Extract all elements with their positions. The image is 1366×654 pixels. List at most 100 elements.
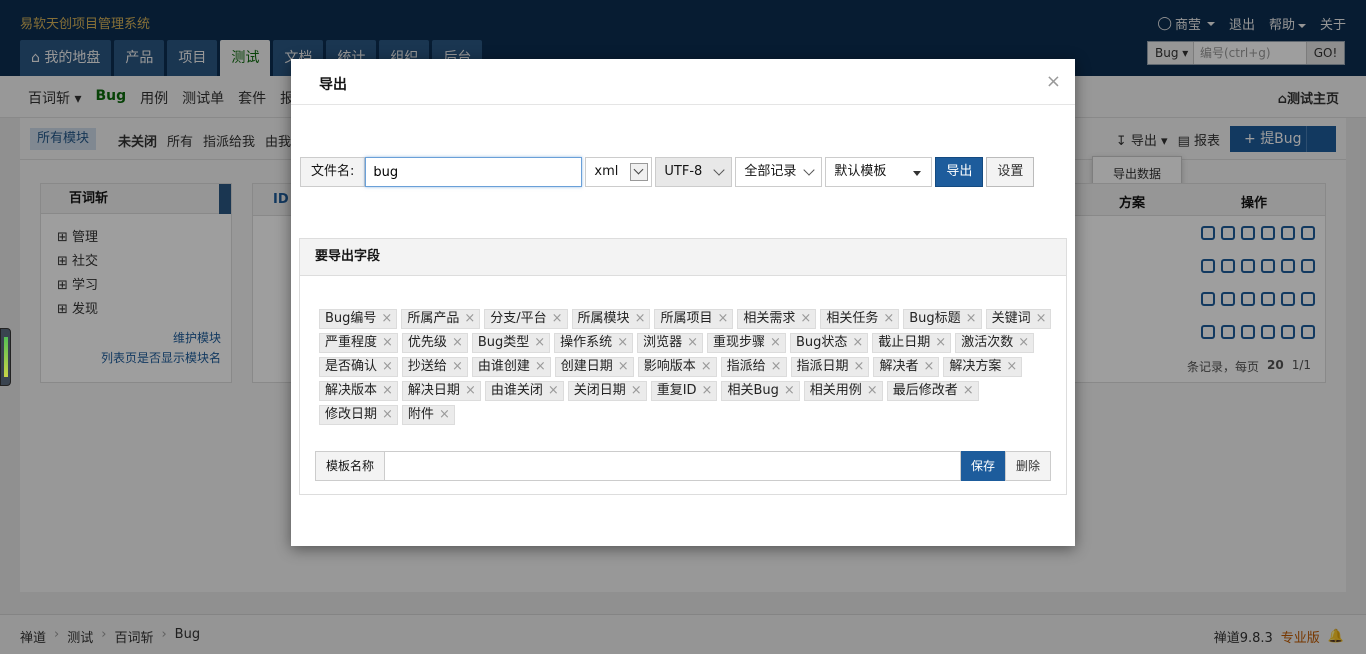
field-chip-label: 解决者 [879,359,919,374]
field-chip-label: 指派日期 [796,359,849,374]
remove-field-icon[interactable]: × [381,310,392,328]
field-chip-label: 修改日期 [325,407,378,422]
remove-field-icon[interactable]: × [701,358,712,376]
field-chip: 截止日期 × [872,333,952,353]
field-chip: 修改日期 × [319,405,398,425]
field-chip-label: 最后修改者 [892,383,958,398]
field-chip: 指派给 × [720,357,787,377]
remove-field-icon[interactable]: × [717,310,728,328]
export-button[interactable]: 导出 [935,157,984,187]
field-chip-label: 所属项目 [660,311,713,326]
remove-field-icon[interactable]: × [452,334,463,352]
field-chip: 解决方案 × [943,357,1023,377]
field-chip-label: 指派给 [726,359,766,374]
field-chip: 操作系统 × [554,333,634,353]
field-chip: 所属模块 × [571,309,651,329]
remove-field-icon[interactable]: × [617,334,628,352]
remove-field-icon[interactable]: × [702,382,713,400]
remove-field-icon[interactable]: × [1006,358,1017,376]
side-handle[interactable] [0,328,11,386]
remove-field-icon[interactable]: × [687,334,698,352]
filename-label: 文件名: [300,157,366,187]
field-chip: 影响版本 × [637,357,717,377]
remove-field-icon[interactable]: × [883,310,894,328]
template-select[interactable]: 默认模板 [825,157,933,187]
field-chip: 关键词 × [985,309,1052,329]
remove-field-icon[interactable]: × [784,382,795,400]
remove-field-icon[interactable]: × [382,382,393,400]
remove-field-icon[interactable]: × [966,310,977,328]
remove-field-icon[interactable]: × [852,334,863,352]
settings-button[interactable]: 设置 [986,157,1035,187]
remove-field-icon[interactable]: × [439,406,450,424]
caret-down-icon [913,171,922,176]
field-chip: 是否确认 × [319,357,398,377]
field-chip-label: 解决方案 [949,359,1002,374]
remove-field-icon[interactable]: × [635,310,646,328]
format-select[interactable]: xml [585,157,653,187]
remove-field-icon[interactable]: × [535,358,546,376]
remove-field-icon[interactable]: × [382,334,393,352]
fields-title: 要导出字段 [300,239,1066,276]
save-template-button[interactable]: 保存 [960,451,1005,481]
field-chip: 分支/平台 × [484,309,568,329]
remove-field-icon[interactable]: × [465,382,476,400]
field-chip: 浏览器 × [637,333,704,353]
remove-field-icon[interactable]: × [452,358,463,376]
field-chip: Bug标题 × [903,309,982,329]
field-chip-label: 相关任务 [826,311,879,326]
field-chip-label: 严重程度 [325,335,378,350]
field-chip-label: 相关Bug [727,383,779,398]
remove-field-icon[interactable]: × [770,334,781,352]
field-chip-label: 关键词 [991,311,1031,326]
delete-template-button[interactable]: 删除 [1004,451,1051,481]
field-chip-label: Bug编号 [325,311,377,326]
template-name-input[interactable] [385,451,961,481]
field-chip: 解决日期 × [401,381,481,401]
remove-field-icon[interactable]: × [631,382,642,400]
chevron-down-icon [713,164,726,176]
remove-field-icon[interactable]: × [923,358,934,376]
remove-field-icon[interactable]: × [382,406,393,424]
field-chip-label: 关闭日期 [573,383,626,398]
field-chip: Bug编号 × [319,309,398,329]
remove-field-icon[interactable]: × [382,358,393,376]
remove-field-icon[interactable]: × [1018,334,1029,352]
remove-field-icon[interactable]: × [963,382,974,400]
filename-input[interactable] [365,157,583,187]
remove-field-icon[interactable]: × [935,334,946,352]
field-chip: 重复ID × [650,381,718,401]
field-chip-label: 是否确认 [325,359,378,374]
dialog-header: 导出 × [291,59,1075,105]
field-chip: 指派日期 × [790,357,870,377]
field-chip: 所属项目 × [654,309,734,329]
field-chip: 重现步骤 × [707,333,786,353]
field-chip-label: 激活次数 [961,335,1014,350]
field-chip: 由谁创建 × [471,357,551,377]
encoding-select[interactable]: UTF-8 [655,157,733,187]
field-chip: 优先级 × [401,333,468,353]
remove-field-icon[interactable]: × [1036,310,1047,328]
dialog-title: 导出 [319,77,347,93]
chevron-down-icon [803,164,816,176]
field-chip-label: 截止日期 [878,335,931,350]
field-chip: 解决者 × [873,357,940,377]
field-chip: 最后修改者 × [886,381,979,401]
remove-field-icon[interactable]: × [867,382,878,400]
remove-field-icon[interactable]: × [854,358,865,376]
field-chip-label: 解决日期 [407,383,460,398]
field-chip-label: 抄送给 [407,359,447,374]
field-chip-label: 由谁创建 [477,359,530,374]
field-chip-label: 分支/平台 [490,311,547,326]
close-icon[interactable]: × [1046,71,1061,92]
remove-field-icon[interactable]: × [464,310,475,328]
remove-field-icon[interactable]: × [548,382,559,400]
remove-field-icon[interactable]: × [771,358,782,376]
remove-field-icon[interactable]: × [534,334,545,352]
remove-field-icon[interactable]: × [800,310,811,328]
field-chips: Bug编号 × 所属产品 × 分支/平台 × 所属模块 × 所属项目 × 相关需求 × 相关任务 × Bug… [319,309,1059,425]
remove-field-icon[interactable]: × [552,310,563,328]
remove-field-icon[interactable]: × [618,358,629,376]
range-select[interactable]: 全部记录 [735,157,823,187]
field-chip: 创建日期 × [554,357,634,377]
